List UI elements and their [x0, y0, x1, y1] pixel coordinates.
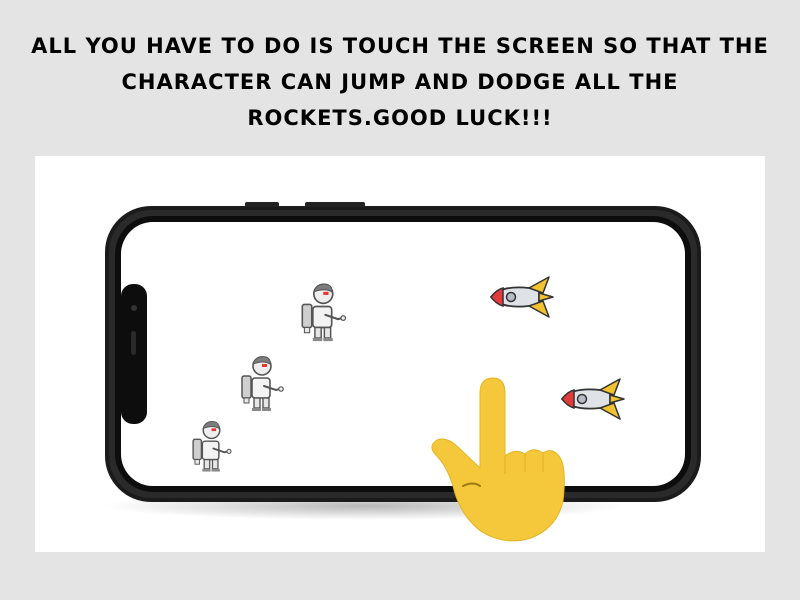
camera-icon — [131, 305, 137, 311]
game-illustration — [105, 202, 701, 542]
instructions-text: ALL YOU HAVE TO DO IS TOUCH THE SCREEN S… — [31, 34, 769, 130]
illustration-panel — [35, 156, 765, 552]
